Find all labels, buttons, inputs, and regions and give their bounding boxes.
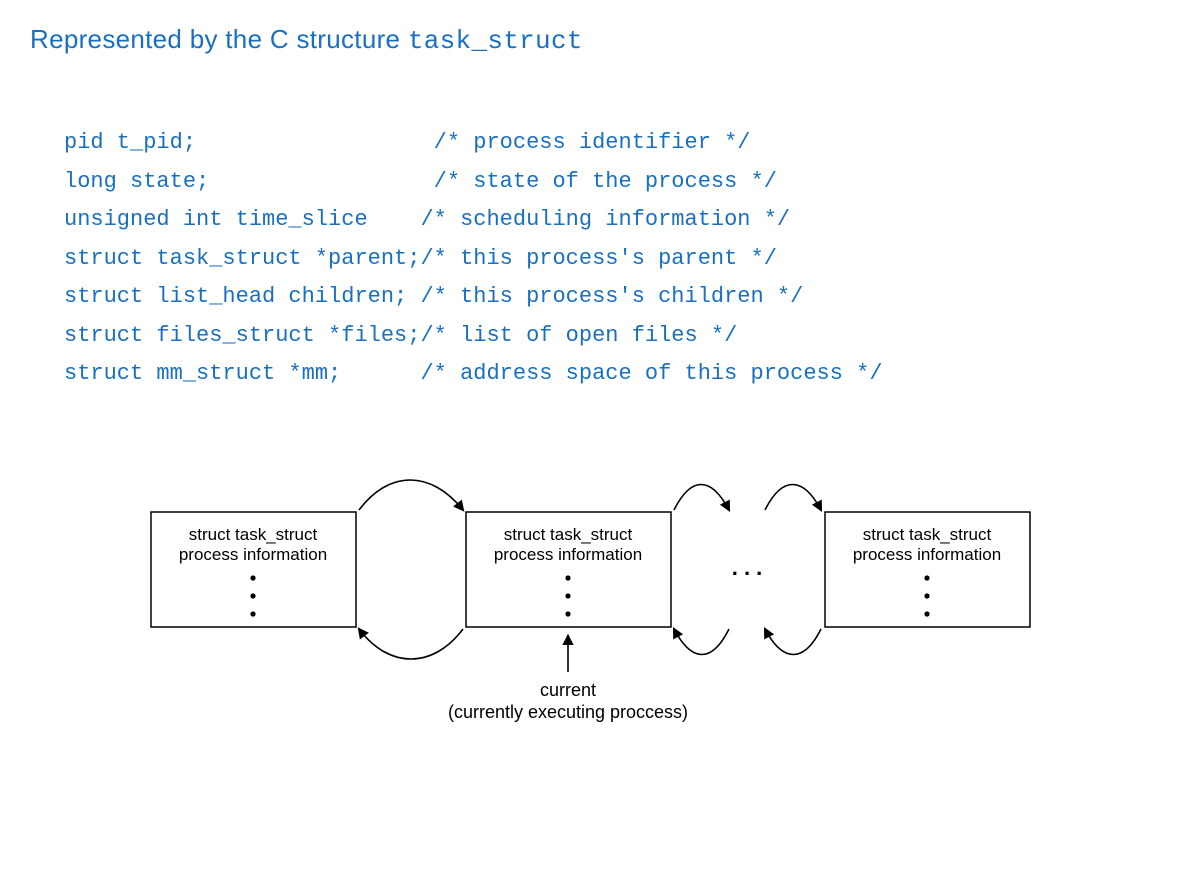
caption-line1: current (540, 680, 596, 700)
diagram-svg: struct task_struct process information s… (131, 462, 1061, 722)
box2-line1: struct task_struct (504, 525, 633, 544)
ellipsis-dots: . . . (732, 555, 763, 580)
link-arrow-backward-1 (359, 629, 463, 659)
slide-heading: Represented by the C structure task_stru… (30, 24, 1162, 56)
link-arrow-forward-2b (765, 484, 821, 510)
linked-list-diagram: struct task_struct process information s… (30, 462, 1162, 722)
link-arrow-backward-2b (765, 629, 821, 655)
c-struct-code: pid t_pid; /* process identifier */ long… (64, 124, 1162, 394)
caption-line2: (currently executing proccess) (448, 702, 688, 722)
box2-line2: process information (494, 545, 642, 564)
heading-codeword: task_struct (408, 26, 583, 56)
heading-prefix: Represented by the C structure (30, 24, 408, 54)
link-arrow-forward-1 (359, 480, 463, 510)
box3-line2: process information (853, 545, 1001, 564)
link-arrow-forward-2a (674, 484, 729, 510)
link-arrow-backward-2a (674, 629, 729, 655)
task-struct-box-1: struct task_struct process information (151, 512, 356, 627)
box1-line1: struct task_struct (189, 525, 318, 544)
task-struct-box-2: struct task_struct process information (466, 512, 671, 627)
task-struct-box-3: struct task_struct process information (825, 512, 1030, 627)
box3-line1: struct task_struct (863, 525, 992, 544)
box1-line2: process information (179, 545, 327, 564)
